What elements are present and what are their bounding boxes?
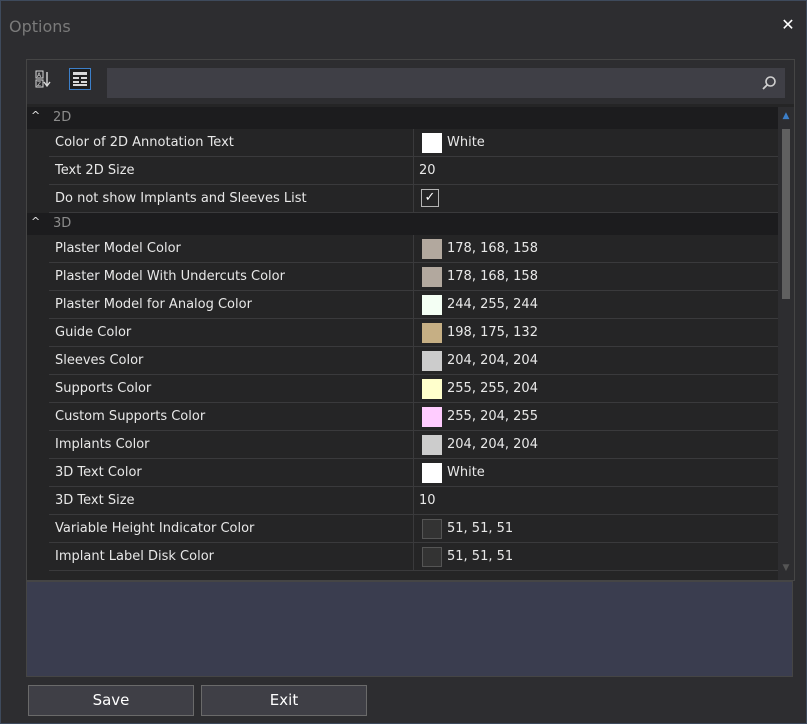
- color-swatch[interactable]: [422, 239, 442, 259]
- property-row[interactable]: Variable Height Indicator Color 51, 51, …: [49, 515, 778, 543]
- property-row[interactable]: Custom Supports Color 255, 204, 255: [49, 403, 778, 431]
- color-swatch[interactable]: [422, 463, 442, 483]
- exit-button[interactable]: Exit: [201, 685, 367, 716]
- column-divider: [413, 157, 414, 184]
- column-divider: [413, 263, 414, 290]
- column-divider: [413, 319, 414, 346]
- category-2d[interactable]: ^ 2D: [27, 107, 778, 129]
- property-row[interactable]: Color of 2D Annotation Text White: [49, 129, 778, 157]
- property-value[interactable]: 10: [419, 493, 436, 508]
- description-panel: [26, 581, 793, 677]
- column-divider: [413, 235, 414, 262]
- property-value[interactable]: 51, 51, 51: [447, 549, 513, 564]
- property-name: Plaster Model With Undercuts Color: [55, 269, 285, 284]
- property-name: Variable Height Indicator Color: [55, 521, 255, 536]
- color-swatch[interactable]: [422, 133, 442, 153]
- sort-alphabetical-icon[interactable]: A Z: [33, 68, 55, 90]
- color-swatch[interactable]: [422, 351, 442, 371]
- scroll-up-icon[interactable]: ▲: [781, 111, 791, 121]
- category-label: 2D: [53, 110, 72, 125]
- property-row[interactable]: Plaster Model With Undercuts Color 178, …: [49, 263, 778, 291]
- property-row[interactable]: Plaster Model for Analog Color 244, 255,…: [49, 291, 778, 319]
- scrollbar-thumb[interactable]: [782, 129, 790, 299]
- property-value[interactable]: 198, 175, 132: [447, 325, 538, 340]
- property-row[interactable]: 3D Text Color White: [49, 459, 778, 487]
- search-input[interactable]: [107, 68, 785, 98]
- category-3d[interactable]: ^ 3D: [27, 213, 778, 235]
- column-divider: [413, 515, 414, 542]
- property-value[interactable]: 178, 168, 158: [447, 241, 538, 256]
- property-value[interactable]: 204, 204, 204: [447, 353, 538, 368]
- dialog-title: Options: [9, 17, 71, 36]
- property-row[interactable]: Implant Label Disk Color 51, 51, 51: [49, 543, 778, 571]
- property-name: 3D Text Color: [55, 465, 142, 480]
- color-swatch[interactable]: [422, 519, 442, 539]
- property-name: Implant Label Disk Color: [55, 549, 214, 564]
- color-swatch[interactable]: [422, 267, 442, 287]
- property-value[interactable]: 20: [419, 163, 436, 178]
- property-name: Plaster Model Color: [55, 241, 181, 256]
- property-name: Do not show Implants and Sleeves List: [55, 191, 307, 206]
- property-name: Guide Color: [55, 325, 132, 340]
- property-row[interactable]: Do not show Implants and Sleeves List ✓: [49, 185, 778, 213]
- column-divider: [413, 459, 414, 486]
- property-row[interactable]: Supports Color 255, 255, 204: [49, 375, 778, 403]
- property-grid-toolbar: A Z: [27, 60, 794, 104]
- chevron-up-icon[interactable]: ^: [31, 109, 43, 123]
- column-divider: [413, 129, 414, 156]
- close-icon[interactable]: ✕: [780, 17, 796, 33]
- vertical-scrollbar[interactable]: ▲ ▼: [778, 107, 794, 580]
- property-row[interactable]: 3D Text Size 10: [49, 487, 778, 515]
- color-swatch[interactable]: [422, 547, 442, 567]
- property-name: Custom Supports Color: [55, 409, 206, 424]
- property-name: 3D Text Size: [55, 493, 135, 508]
- property-row[interactable]: Sleeves Color 204, 204, 204: [49, 347, 778, 375]
- property-row[interactable]: Text 2D Size 20: [49, 157, 778, 185]
- property-name: Sleeves Color: [55, 353, 144, 368]
- column-divider: [413, 375, 414, 402]
- property-grid: A Z ^ 2D Color of 2D Annotation Text Whi…: [26, 59, 795, 581]
- column-divider: [413, 487, 414, 514]
- color-swatch[interactable]: [422, 435, 442, 455]
- property-name: Color of 2D Annotation Text: [55, 135, 234, 150]
- color-swatch[interactable]: [422, 379, 442, 399]
- title-bar: Options ✕: [1, 1, 806, 49]
- column-divider: [413, 347, 414, 374]
- scroll-down-icon[interactable]: ▼: [781, 563, 791, 573]
- property-row[interactable]: Plaster Model Color 178, 168, 158: [49, 235, 778, 263]
- property-row[interactable]: Guide Color 198, 175, 132: [49, 319, 778, 347]
- svg-text:Z: Z: [37, 81, 41, 88]
- checkbox-checked[interactable]: ✓: [421, 189, 439, 207]
- column-divider: [413, 543, 414, 570]
- property-value[interactable]: White: [447, 135, 485, 150]
- color-swatch[interactable]: [422, 295, 442, 315]
- property-value[interactable]: 255, 204, 255: [447, 409, 538, 424]
- color-swatch[interactable]: [422, 323, 442, 343]
- property-name: Implants Color: [55, 437, 150, 452]
- save-button[interactable]: Save: [28, 685, 194, 716]
- options-dialog: Options ✕ A Z ^ 2D Color of 2D Annotatio…: [0, 0, 807, 724]
- chevron-up-icon[interactable]: ^: [31, 215, 43, 229]
- column-divider: [413, 431, 414, 458]
- categorized-view-icon[interactable]: [69, 68, 91, 90]
- property-value[interactable]: 178, 168, 158: [447, 269, 538, 284]
- property-value[interactable]: 244, 255, 244: [447, 297, 538, 312]
- property-value[interactable]: 255, 255, 204: [447, 381, 538, 396]
- category-label: 3D: [53, 216, 72, 231]
- property-row[interactable]: Implants Color 204, 204, 204: [49, 431, 778, 459]
- property-value[interactable]: 204, 204, 204: [447, 437, 538, 452]
- search-icon[interactable]: [761, 75, 777, 91]
- property-value[interactable]: White: [447, 465, 485, 480]
- color-swatch[interactable]: [422, 407, 442, 427]
- column-divider: [413, 185, 414, 212]
- property-rows: ^ 2D Color of 2D Annotation Text White T…: [27, 107, 778, 580]
- property-name: Plaster Model for Analog Color: [55, 297, 252, 312]
- property-name: Supports Color: [55, 381, 152, 396]
- column-divider: [413, 291, 414, 318]
- property-name: Text 2D Size: [55, 163, 135, 178]
- property-value[interactable]: 51, 51, 51: [447, 521, 513, 536]
- column-divider: [413, 403, 414, 430]
